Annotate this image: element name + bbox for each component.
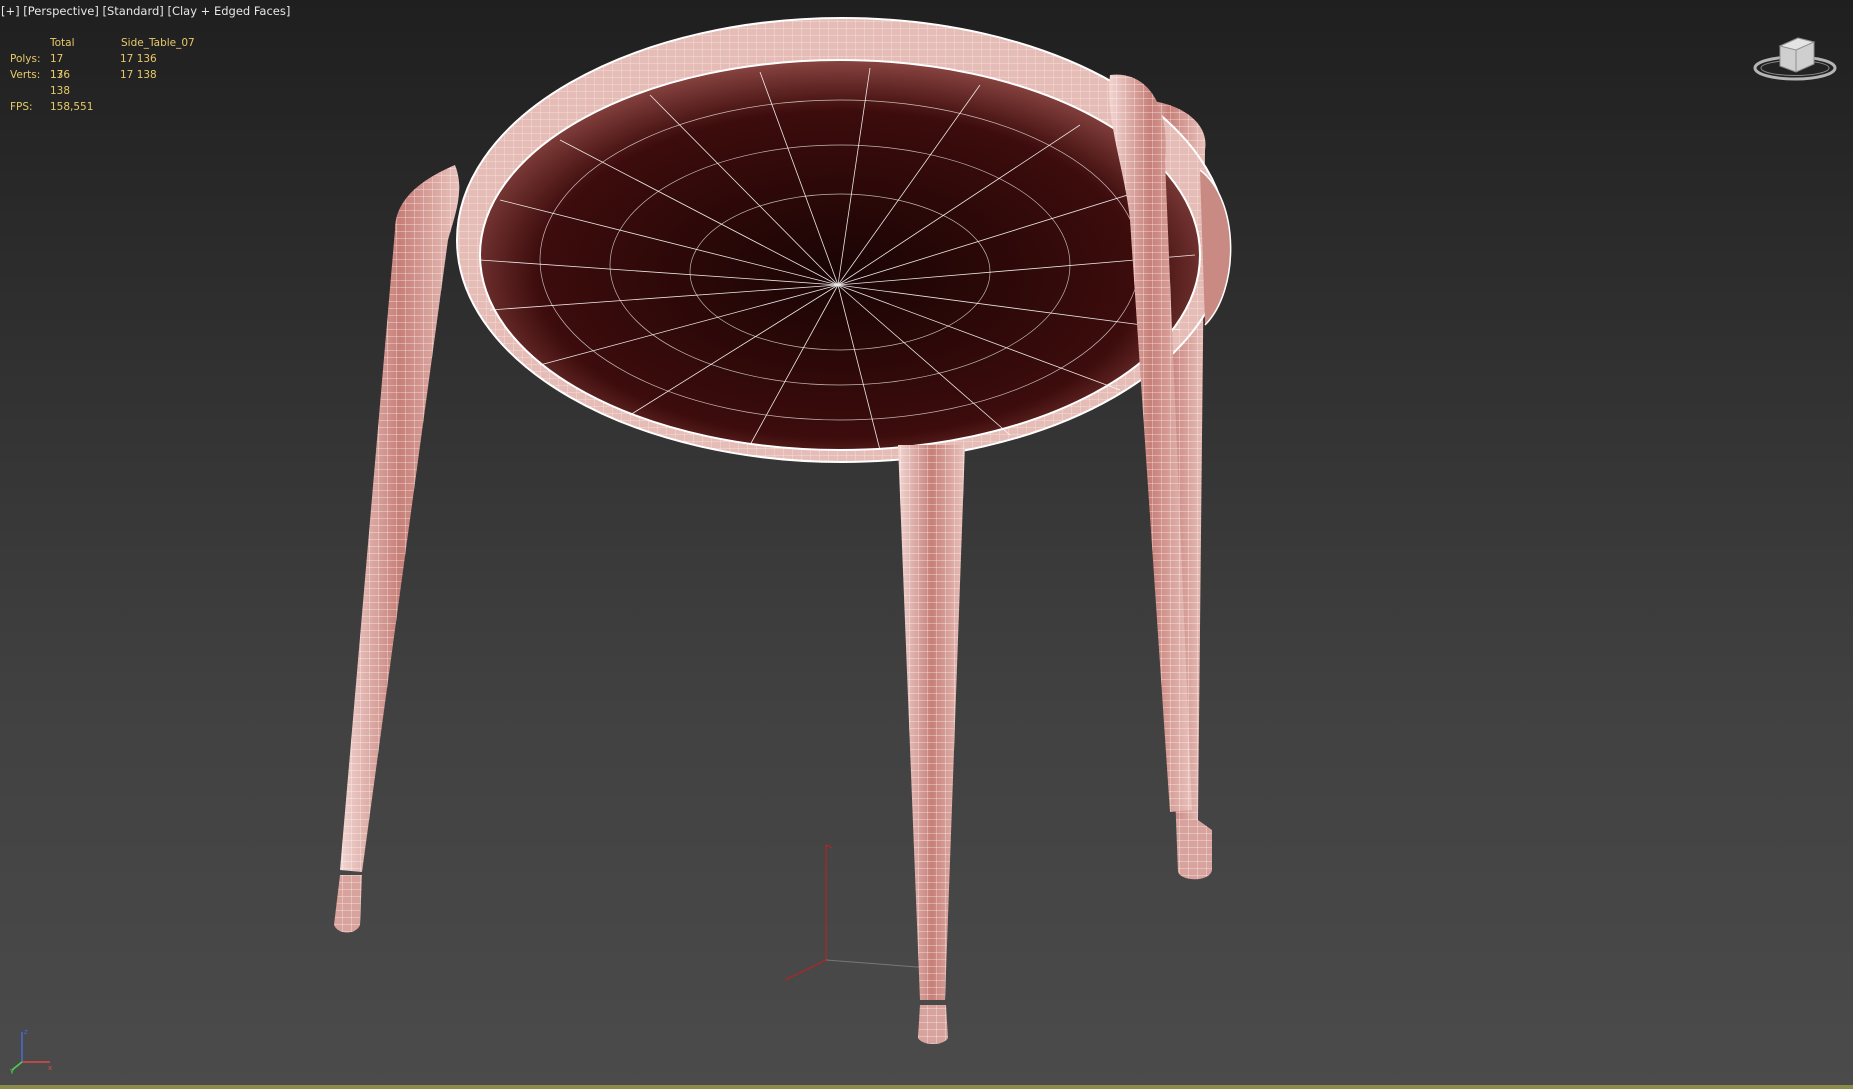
- svg-text:z: z: [24, 1028, 28, 1036]
- world-axis-gizmo-icon: [784, 844, 931, 981]
- axis-tripod-icon: z x y: [10, 1028, 52, 1074]
- side-table-wireframe-model[interactable]: [0, 0, 1853, 1089]
- viewport-bottom-border: [0, 1085, 1853, 1089]
- viewport-label-menu[interactable]: [+] [Perspective] [Standard] [Clay + Edg…: [1, 4, 290, 18]
- svg-text:y: y: [10, 1067, 14, 1074]
- stats-polys-label: Polys:: [10, 53, 41, 65]
- viewport-plus-menu[interactable]: [+]: [1, 4, 20, 18]
- stats-fps-label: FPS:: [10, 101, 33, 113]
- viewport-display-mode-menu[interactable]: [Clay + Edged Faces]: [167, 4, 290, 18]
- stats-verts-total: 17 138: [50, 69, 71, 97]
- stats-header-object: Side_Table_07: [121, 37, 195, 49]
- stats-header-total: Total: [50, 37, 75, 49]
- stats-fps-value: 158,551: [50, 101, 94, 113]
- table-leg-front-left: [334, 165, 460, 933]
- stats-verts-label: Verts:: [10, 69, 41, 81]
- stats-polys-object: 17 136: [120, 53, 157, 65]
- viewport-shading-standard-menu[interactable]: [Standard]: [103, 4, 164, 18]
- perspective-viewport[interactable]: [+] [Perspective] [Standard] [Clay + Edg…: [0, 0, 1853, 1089]
- viewport-pov-menu[interactable]: [Perspective]: [23, 4, 99, 18]
- svg-text:x: x: [48, 1064, 52, 1072]
- table-leg-front-center: [898, 445, 965, 1044]
- viewcube-icon[interactable]: [1752, 30, 1838, 84]
- stats-verts-object: 17 138: [120, 69, 157, 81]
